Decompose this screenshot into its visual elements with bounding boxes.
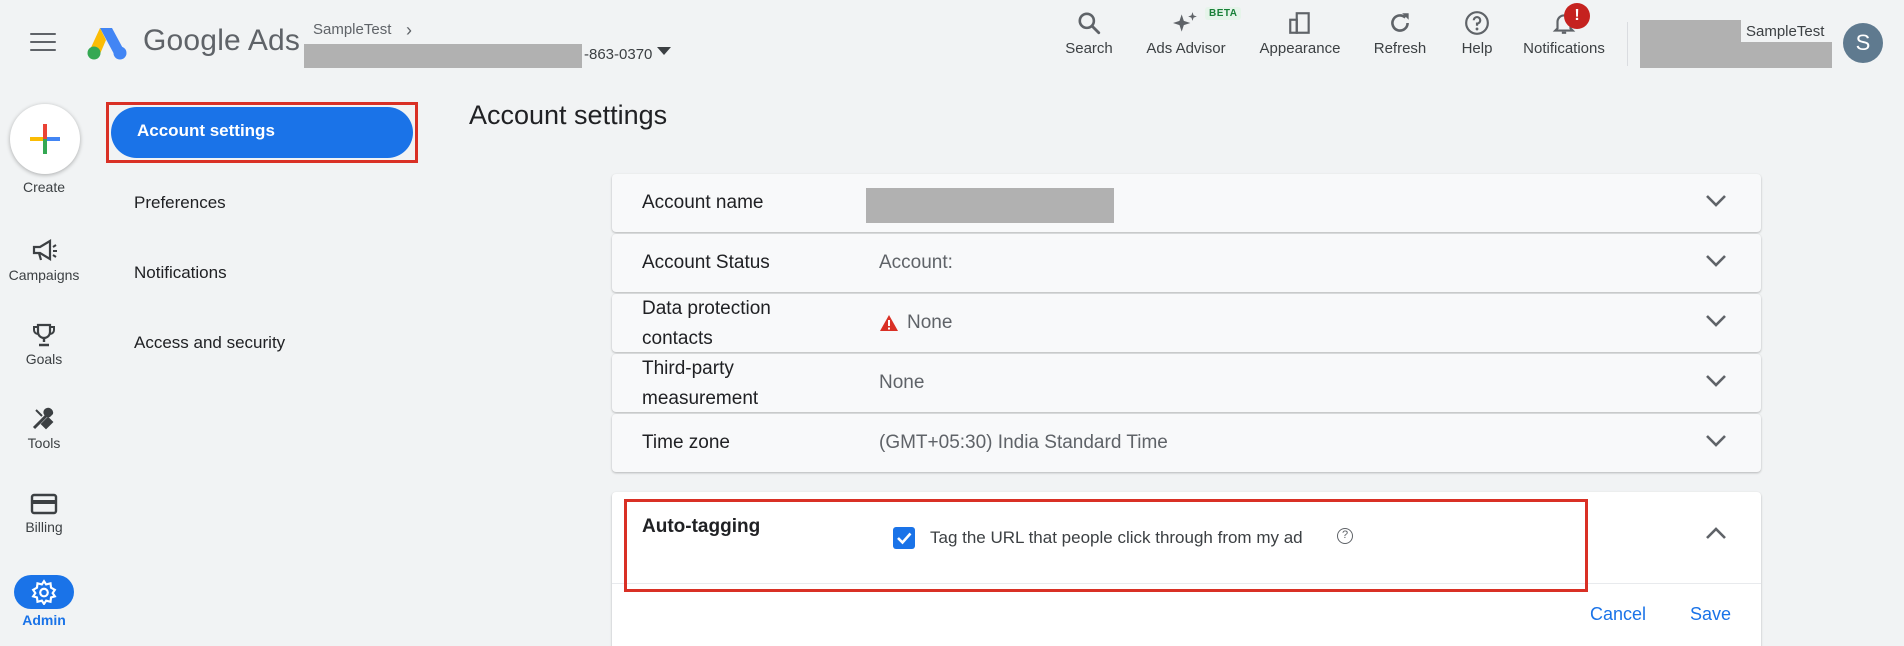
refresh-icon [1391,13,1409,32]
tools-icon [32,407,54,430]
breadcrumb[interactable]: SampleTest [313,21,391,38]
top-bar: Google Ads SampleTest › -863-0370 Search… [0,0,1904,88]
create-label-container: Create [0,176,88,195]
cancel-button[interactable]: Cancel [1590,604,1646,625]
nav-item-access-security[interactable]: Access and security [134,333,285,353]
nav-item-preferences[interactable]: Preferences [134,193,226,213]
row-label: Account name [642,192,764,213]
search-label: Search [1065,40,1113,57]
row-label-line2: measurement [642,388,759,409]
create-button[interactable] [10,104,80,174]
rail-item-tools[interactable]: Tools [0,406,88,451]
chevron-down-icon[interactable] [1705,194,1727,208]
nav-item-notifications[interactable]: Notifications [134,263,227,283]
brand-name: Google Ads [143,24,301,57]
plus-icon [30,124,60,154]
rail-item-campaigns[interactable]: Campaigns [0,238,88,283]
user-account-name[interactable]: SampleTest [1746,23,1824,40]
appearance-button[interactable]: Appearance [1256,10,1344,57]
menu-icon[interactable] [30,33,56,53]
rail-item-billing[interactable]: Billing [0,492,88,535]
row-label-line1: Data protection [642,298,771,319]
rail-label-tools: Tools [27,435,61,451]
save-button[interactable]: Save [1690,604,1731,625]
refresh-label: Refresh [1373,40,1427,57]
nav-item-label: Account settings [137,121,275,140]
chevron-down-icon[interactable] [1705,374,1727,388]
row-value: (GMT+05:30) India Standard Time [879,432,1168,453]
rail-label-campaigns: Campaigns [8,267,80,283]
chevron-down-icon[interactable] [1705,314,1727,328]
setting-row-time-zone[interactable]: Time zone (GMT+05:30) India Standard Tim… [612,414,1761,472]
row-label: Account Status [642,252,770,273]
top-divider [1627,22,1628,66]
avatar[interactable]: S [1843,23,1883,63]
beta-badge: BETA [1205,7,1242,20]
create-label: Create [22,179,66,195]
chevron-down-icon[interactable] [1705,254,1727,268]
rail-label-goals: Goals [25,351,63,367]
chevron-down-icon[interactable] [1705,434,1727,448]
rail-item-admin[interactable]: Admin [0,575,88,628]
account-id-suffix: -863-0370 [584,46,653,63]
notifications-label: Notifications [1523,40,1605,57]
setting-row-third-party-measurement[interactable]: Third-party measurement None [612,354,1761,412]
admin-active-pill [14,575,74,609]
appearance-label: Appearance [1259,40,1341,57]
search-icon [1078,12,1101,35]
row-value: Account: [879,252,953,273]
setting-row-account-name[interactable]: Account name [612,174,1761,232]
row-value: None [907,312,953,333]
setting-row-account-status[interactable]: Account Status Account: [612,234,1761,292]
page-title: Account settings [469,100,668,130]
megaphone-icon [32,239,57,261]
sparkle-icon [1173,12,1197,32]
ads-advisor-label: Ads Advisor [1146,40,1226,57]
setting-row-data-protection[interactable]: Data protection contacts None [612,294,1761,352]
redacted-account-name [866,188,1114,223]
gear-icon [31,579,57,605]
google-ads-logo[interactable] [86,22,132,62]
help-label: Help [1461,40,1493,57]
redacted-account-id [304,44,582,68]
nav-item-account-settings[interactable]: Account settings [106,102,418,163]
row-label: Time zone [642,432,730,453]
help-icon [1465,11,1489,35]
highlight-box-auto-tagging [624,499,1588,592]
credit-card-icon [30,493,58,515]
help-button[interactable]: Help [1456,10,1498,57]
rail-label-admin: Admin [22,612,66,628]
refresh-button[interactable]: Refresh [1370,10,1430,57]
rail-item-goals[interactable]: Goals [0,322,88,367]
chevron-up-icon[interactable] [1705,526,1727,540]
chevron-right-icon: › [406,20,412,40]
account-switcher-caret-icon[interactable] [657,47,671,55]
search-button[interactable]: Search [1062,10,1116,57]
row-value: None [879,372,925,393]
row-label-line1: Third-party [642,358,734,379]
trophy-icon [33,323,55,347]
appearance-icon [1289,12,1310,34]
row-label-line2: contacts [642,328,713,349]
notification-alert-badge: ! [1564,3,1590,29]
rail-label-billing: Billing [25,519,63,535]
warning-icon [880,315,898,331]
